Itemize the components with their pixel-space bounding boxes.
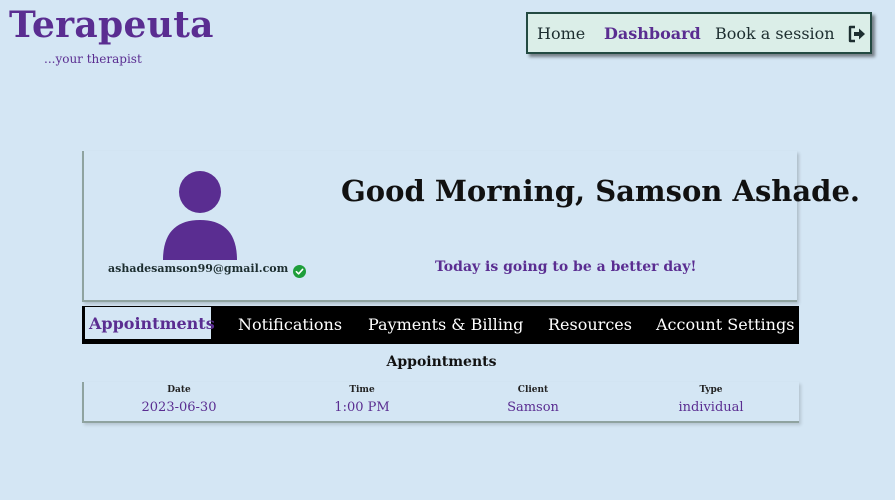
motto-text: Today is going to be a better day! [435, 259, 697, 275]
appointment-client-cell: Samson [507, 400, 559, 415]
column-header-type: Type [699, 385, 723, 395]
appointment-type-cell: individual [678, 400, 744, 415]
brand-tagline: ...your therapist [44, 52, 142, 66]
tab-payments-billing[interactable]: Payments & Billing [368, 315, 523, 335]
nav-book-session-link[interactable]: Book a session [715, 24, 835, 44]
tab-resources[interactable]: Resources [548, 315, 632, 335]
nav-dashboard-link[interactable]: Dashboard [604, 24, 701, 44]
tab-appointments[interactable]: Appointments [85, 307, 215, 339]
appointment-time-cell: 1:00 PM [334, 400, 390, 415]
tab-notifications[interactable]: Notifications [238, 315, 342, 335]
user-email-row: ashadesamson99@gmail.com [108, 262, 307, 278]
column-header-time: Time [349, 385, 375, 395]
brand-title[interactable]: Terapeuta [9, 4, 214, 46]
greeting-heading: Good Morning, Samson Ashade. [341, 174, 860, 208]
main-nav: Home Dashboard Book a session [526, 12, 872, 54]
appointment-date-cell: 2023-06-30 [141, 400, 217, 415]
column-header-client: Client [517, 385, 549, 395]
sign-out-icon[interactable] [847, 24, 867, 44]
user-email: ashadesamson99@gmail.com [108, 262, 289, 275]
user-silhouette-icon [161, 170, 239, 260]
page: Terapeuta ...your therapist Home Dashboa… [0, 0, 895, 500]
appointments-heading: Appointments [386, 354, 497, 370]
nav-home-link[interactable]: Home [537, 24, 585, 44]
check-circle-icon [293, 263, 307, 278]
dashboard-tab-bar: Appointments Notifications Payments & Bi… [82, 306, 799, 344]
tab-account-settings[interactable]: Account Settings [656, 315, 794, 335]
column-header-date: Date [167, 385, 191, 395]
